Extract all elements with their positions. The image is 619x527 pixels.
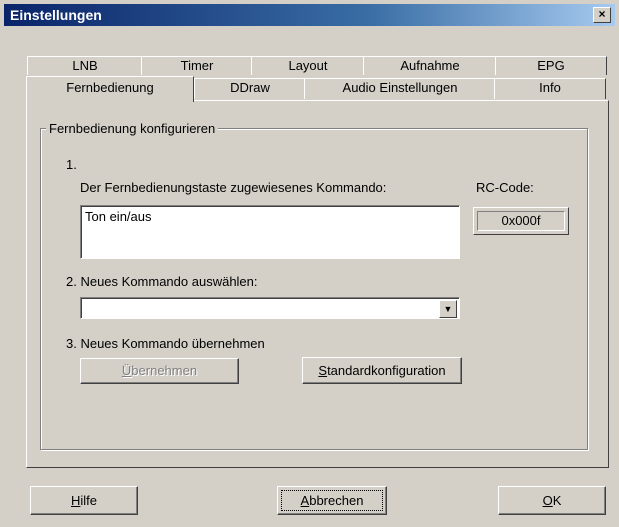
remote-config-group (40, 128, 588, 450)
window-title: Einstellungen (10, 7, 102, 23)
current-command-field: Ton ein/aus (80, 205, 460, 259)
ok-button[interactable]: OK (498, 486, 606, 515)
tab-label: LNB (72, 58, 98, 73)
tab-label: Audio Einstellungen (342, 80, 458, 95)
tab-ddraw[interactable]: DDraw (194, 78, 306, 99)
close-icon: × (598, 7, 606, 21)
default-mnemonic: S (318, 363, 328, 378)
default-label-rest: tandardkonfiguration (327, 363, 446, 378)
group-title: Fernbedienung konfigurieren (46, 121, 219, 136)
rc-code-display: 0x000f (473, 207, 569, 235)
new-command-select[interactable]: ▼ (80, 297, 460, 319)
rc-code-value: 0x000f (477, 211, 565, 231)
tab-label: Layout (288, 58, 328, 73)
tab-label: Fernbedienung (66, 80, 154, 95)
apply-mnemonic: Ü (121, 363, 132, 378)
current-command-label: Der Fernbedienungstaste zugewiesenes Kom… (80, 180, 387, 195)
current-command-value: Ton ein/aus (85, 209, 152, 224)
tab-label: EPG (537, 58, 565, 73)
tab-audio-einstellungen[interactable]: Audio Einstellungen (304, 78, 496, 99)
tab-timer[interactable]: Timer (141, 56, 253, 75)
tab-label: Aufnahme (400, 58, 460, 73)
help-label-rest: ilfe (80, 493, 97, 508)
tab-lnb[interactable]: LNB (27, 56, 143, 75)
tab-label: Timer (180, 58, 214, 73)
chevron-down-icon[interactable]: ▼ (439, 300, 457, 318)
help-mnemonic: H (70, 493, 81, 508)
tab-aufnahme[interactable]: Aufnahme (363, 56, 497, 75)
settings-dialog: Einstellungen × LNB Timer Layout Aufnahm… (0, 0, 619, 527)
rc-code-label: RC-Code: (476, 180, 534, 195)
tab-label: Info (539, 80, 561, 95)
apply-label-rest: bernehmen (131, 363, 198, 378)
step3-label: 3. Neues Kommando übernehmen (66, 336, 265, 351)
cancel-button[interactable]: Abbrechen (277, 486, 387, 515)
step2-label: 2. Neues Kommando auswählen: (66, 274, 258, 289)
title-bar[interactable]: Einstellungen × (4, 4, 615, 26)
apply-button[interactable]: Übernehmen (80, 358, 239, 384)
help-button[interactable]: Hilfe (30, 486, 138, 515)
default-config-button[interactable]: Standardkonfiguration (302, 357, 462, 384)
tab-label: DDraw (230, 80, 270, 95)
ok-label-rest: K (552, 493, 562, 508)
ok-mnemonic: O (542, 493, 553, 508)
cancel-label-rest: bbrechen (309, 493, 364, 508)
cancel-mnemonic: A (300, 493, 310, 508)
tab-info[interactable]: Info (494, 78, 606, 99)
step1-number: 1. (66, 157, 77, 172)
tab-layout[interactable]: Layout (251, 56, 365, 75)
close-button[interactable]: × (593, 7, 611, 23)
tab-epg[interactable]: EPG (495, 56, 607, 75)
tab-fernbedienung[interactable]: Fernbedienung (26, 76, 194, 102)
